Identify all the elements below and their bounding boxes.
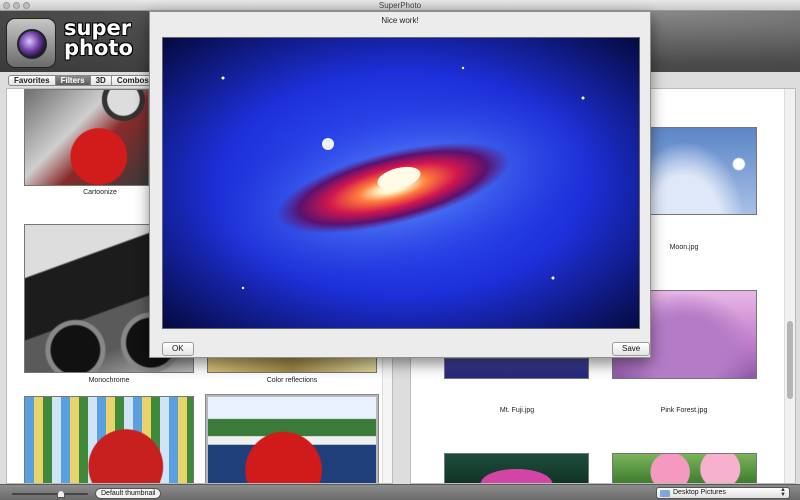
ok-button[interactable]: OK xyxy=(162,342,194,356)
camera-logo-icon xyxy=(6,18,56,68)
tab-favorites[interactable]: Favorites xyxy=(8,75,56,86)
picture-browser-scrollbar[interactable] xyxy=(784,89,795,483)
filter-thumb-selected[interactable] xyxy=(206,395,378,483)
title-bar: SuperPhoto xyxy=(0,0,800,11)
galaxy-artwork xyxy=(163,38,639,328)
zoom-window-button[interactable] xyxy=(23,2,30,9)
filter-label-color-reflections: Color reflections xyxy=(266,377,318,384)
folder-icon xyxy=(660,490,670,497)
window-controls xyxy=(3,2,30,9)
default-thumbnail-button[interactable]: Default thumbnail xyxy=(95,488,162,499)
picture-label-mt-fuji: Mt. Fuji.jpg xyxy=(499,407,535,414)
updown-arrows-icon: ▲ ▼ xyxy=(780,487,786,498)
tab-3d[interactable]: 3D xyxy=(90,75,112,86)
picture-thumb-mt-fuji[interactable] xyxy=(444,358,589,379)
filtered-image-preview xyxy=(162,37,640,329)
thumbnail-size-slider-knob[interactable] xyxy=(57,490,65,498)
folder-select-label: Desktop Pictures xyxy=(673,489,726,496)
picture-label-pink-forest: Pink Forest.jpg xyxy=(660,407,708,414)
filter-thumb-cartoonize[interactable] xyxy=(24,89,149,186)
minimize-window-button[interactable] xyxy=(13,2,20,9)
tab-filters[interactable]: Filters xyxy=(55,75,91,86)
picture-thumb-lotus[interactable] xyxy=(444,453,589,483)
dialog-title: Nice work! xyxy=(381,16,419,25)
filter-thumb-mosaic[interactable] xyxy=(24,396,194,483)
category-tabs: Favorites Filters 3D Combos xyxy=(8,75,155,86)
app-logo-text: super photo xyxy=(64,16,133,60)
thumbnail-size-slider[interactable] xyxy=(12,493,88,495)
result-dialog: Nice work! OK Save xyxy=(149,11,651,358)
folder-select[interactable]: Desktop Pictures ▲ ▼ xyxy=(656,487,790,499)
bottom-toolbar: Default thumbnail Desktop Pictures ▲ ▼ xyxy=(0,484,800,500)
filter-label-monochrome: Monochrome xyxy=(88,377,130,384)
window-title: SuperPhoto xyxy=(378,1,422,10)
close-window-button[interactable] xyxy=(3,2,10,9)
save-button[interactable]: Save xyxy=(612,342,651,356)
scrollbar-knob[interactable] xyxy=(787,321,793,399)
picture-thumb-flowers[interactable] xyxy=(612,453,757,483)
